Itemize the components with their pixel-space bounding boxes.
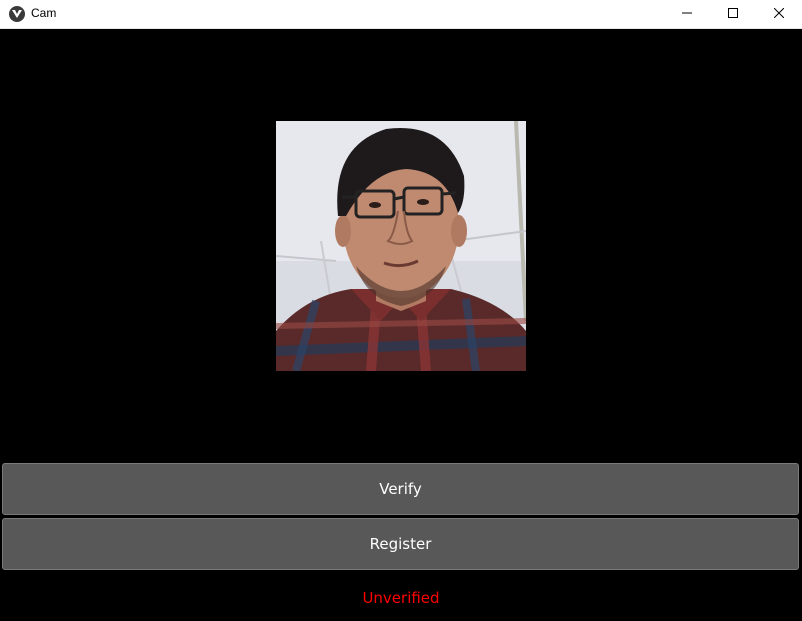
verify-button[interactable]: Verify <box>2 463 799 515</box>
maximize-icon <box>728 8 738 18</box>
verification-status: Unverified <box>362 589 440 607</box>
minimize-button[interactable] <box>664 0 710 28</box>
webcam-feed <box>276 121 526 371</box>
minimize-icon <box>682 12 692 14</box>
kivy-app-icon <box>9 6 25 22</box>
webcam-frame-image <box>276 121 526 371</box>
close-icon <box>774 8 784 18</box>
title-bar[interactable]: Cam <box>0 0 802 29</box>
maximize-button[interactable] <box>710 0 756 28</box>
app-window: Cam Verify Register Unverified <box>0 0 802 621</box>
close-button[interactable] <box>756 0 802 28</box>
window-title: Cam <box>31 6 57 20</box>
register-button[interactable]: Register <box>2 518 799 570</box>
main-content: Verify Register Unverified <box>0 29 802 621</box>
